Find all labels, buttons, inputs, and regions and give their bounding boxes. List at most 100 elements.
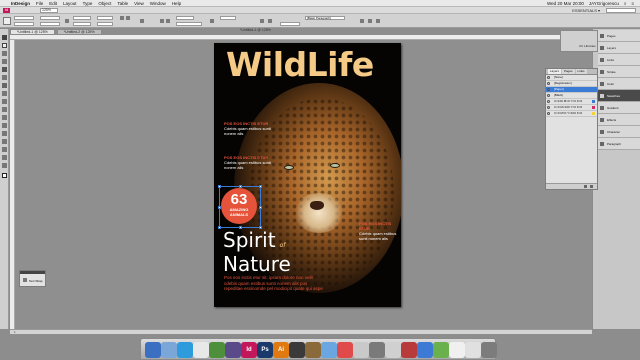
corner-field[interactable] (280, 22, 300, 26)
panel-header[interactable] (20, 271, 45, 274)
menu-type[interactable]: Type (83, 0, 93, 7)
page-number[interactable]: 1 (14, 330, 16, 334)
selection-tool-icon[interactable] (2, 35, 7, 40)
selection-handle[interactable] (259, 206, 262, 209)
zoom-tool-icon[interactable] (2, 163, 7, 168)
zoom-field[interactable]: 125% (40, 8, 58, 13)
dock-app-icon[interactable] (145, 342, 161, 358)
line-tool-icon[interactable] (2, 75, 7, 80)
rotate-icon[interactable] (120, 16, 124, 20)
stroke-type-field[interactable] (176, 22, 202, 26)
y-field[interactable] (14, 22, 34, 26)
visibility-icon[interactable] (547, 106, 550, 109)
cc-libraries-panel[interactable]: CC Libraries (560, 30, 598, 52)
workspace-switcher[interactable]: ESSENTIALS ▾ (572, 7, 600, 14)
auto-fit-icon[interactable] (360, 19, 364, 23)
visibility-icon[interactable] (547, 112, 550, 115)
dock-app-icon[interactable] (353, 342, 369, 358)
dock-app-icon[interactable] (289, 342, 305, 358)
swatches-panel[interactable]: Layers Pages Links [None] [Registration]… (545, 68, 598, 190)
tab-layers[interactable]: Layers (548, 69, 562, 74)
eyedropper-tool-icon[interactable] (2, 147, 7, 152)
panel-pages[interactable]: Pages (598, 30, 640, 42)
gap-tool-icon[interactable] (2, 59, 7, 64)
dock-app-icon[interactable] (385, 342, 401, 358)
swatch-row[interactable]: C=0 M=0 Y=100 K=0 (546, 111, 597, 117)
reference-point-selector[interactable] (3, 17, 11, 25)
scale-x-field[interactable] (73, 16, 91, 20)
panel-layers[interactable]: Layers (598, 42, 640, 54)
menu-edit[interactable]: Edit (49, 0, 57, 7)
hand-tool-icon[interactable] (2, 155, 7, 160)
x-field[interactable] (14, 16, 34, 20)
flip-icon[interactable] (126, 16, 130, 20)
direct-selection-tool-icon[interactable] (2, 43, 7, 48)
fx-icon[interactable] (210, 19, 214, 23)
rectangle-frame-tool-icon[interactable] (2, 99, 7, 104)
masthead[interactable]: WildLife (226, 45, 374, 84)
selection-handle[interactable] (239, 226, 242, 229)
content-fit-icon[interactable] (376, 19, 380, 23)
visibility-icon[interactable] (547, 94, 550, 97)
dock-app-icon[interactable]: Ai (273, 342, 289, 358)
pencil-tool-icon[interactable] (2, 91, 7, 96)
object-style-dropdown[interactable]: [Basic Paragraph] (305, 16, 345, 20)
trash-icon[interactable] (590, 185, 593, 188)
rectangle-tool-icon[interactable] (2, 107, 7, 112)
scissors-tool-icon[interactable] (2, 115, 7, 120)
panel-color[interactable]: Color (598, 78, 640, 90)
text-wrap-icon[interactable] (23, 278, 27, 282)
stroke-weight-field[interactable] (176, 16, 194, 20)
menu-file[interactable]: File (36, 0, 43, 7)
cover-line-3[interactable]: POS EOS INCTIS ETUR Cdebis quam estibus … (359, 221, 401, 241)
text-wrap-panel[interactable]: Text Wrap (19, 270, 46, 287)
width-field[interactable] (40, 16, 60, 20)
new-swatch-icon[interactable] (584, 185, 587, 188)
menu-object[interactable]: Object (98, 0, 111, 7)
menu-view[interactable]: View (134, 0, 144, 7)
dock-app-icon[interactable] (449, 342, 465, 358)
tab-links[interactable]: Links (575, 69, 587, 74)
scale-y-field[interactable] (73, 22, 91, 26)
visibility-icon[interactable] (547, 82, 550, 85)
dock-app-icon[interactable] (433, 342, 449, 358)
magazine-cover-page[interactable]: WildLife POS EOS INCTIS ETUR Cdebis quam… (214, 43, 401, 307)
selection-frame[interactable] (218, 185, 262, 229)
dock-app-icon[interactable] (465, 342, 481, 358)
dock-app-icon[interactable] (417, 342, 433, 358)
visibility-icon[interactable] (547, 76, 550, 79)
panel-character[interactable]: Character (598, 126, 640, 138)
panel-stroke[interactable]: Stroke (598, 66, 640, 78)
panel-gradient[interactable]: Gradient (598, 102, 640, 114)
menu-table[interactable]: Table (117, 0, 128, 7)
page-tool-icon[interactable] (2, 51, 7, 56)
menu-window[interactable]: Window (150, 0, 166, 7)
opacity-field[interactable] (220, 16, 236, 20)
dock-app-icon[interactable] (225, 342, 241, 358)
cover-headline[interactable]: Spirit of Nature (223, 230, 291, 274)
dock-app-icon[interactable] (321, 342, 337, 358)
shear-field[interactable] (97, 22, 113, 26)
constrain-proportions-icon[interactable] (65, 19, 69, 23)
selection-handle[interactable] (259, 226, 262, 229)
fill-stroke-swatch-icon[interactable] (2, 173, 7, 178)
search-icon[interactable]: ⌕ (624, 0, 627, 7)
cover-line-1[interactable]: POS EOS INCTIS ETUR Cdebis quam estibus … (224, 121, 284, 136)
selection-handle[interactable] (239, 185, 242, 188)
dock-app-icon[interactable] (401, 342, 417, 358)
cover-deck-text[interactable]: Pos eos inctis etur sit, ipsum dolore no… (224, 275, 324, 292)
select-container-icon[interactable] (140, 19, 144, 23)
search-field[interactable] (606, 8, 636, 13)
gradient-tool-icon[interactable] (2, 131, 7, 136)
text-wrap-icon[interactable] (260, 19, 264, 23)
dock-app-icon[interactable] (193, 342, 209, 358)
free-transform-tool-icon[interactable] (2, 123, 7, 128)
selection-handle[interactable] (218, 185, 221, 188)
panel-effects[interactable]: Effects (598, 114, 640, 126)
selection-handle[interactable] (259, 185, 262, 188)
dock-app-icon[interactable] (337, 342, 353, 358)
pen-tool-icon[interactable] (2, 83, 7, 88)
dock-app-icon[interactable] (305, 342, 321, 358)
note-tool-icon[interactable] (2, 139, 7, 144)
menu-help[interactable]: Help (172, 0, 181, 7)
